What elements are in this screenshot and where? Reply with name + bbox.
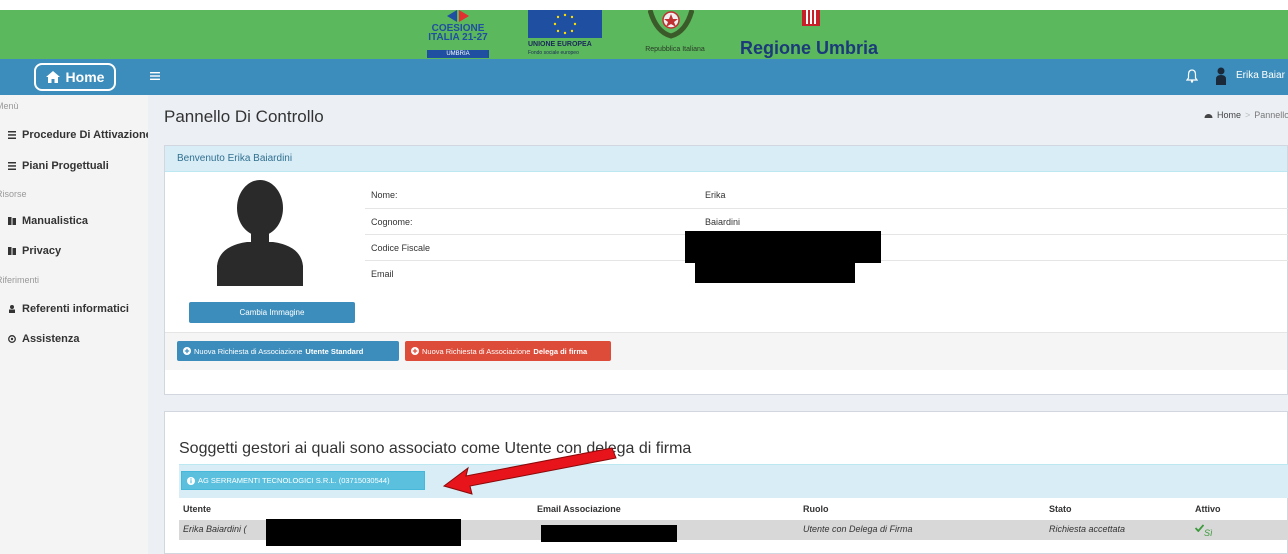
column-ruolo: Ruolo <box>803 504 829 514</box>
company-button[interactable]: AG SERRAMENTI TECNOLOGICI S.R.L. (037150… <box>181 471 425 490</box>
top-strip <box>0 0 1288 10</box>
eu-flag-icon <box>528 10 602 38</box>
field-row-nome: Nome: Erika <box>365 182 1288 208</box>
main-content: Pannello Di Controllo Home > Pannello di… <box>148 95 1288 554</box>
user-avatar-icon[interactable] <box>1216 67 1226 85</box>
cell-utente: Erika Baiardini ( <box>183 524 247 534</box>
field-value-cognome: Baiardini <box>705 217 741 227</box>
repubblica-emblem-icon <box>648 10 694 39</box>
field-label-email: Email <box>371 269 394 279</box>
change-image-button[interactable]: Cambia Immagine <box>189 302 355 323</box>
check-icon <box>1194 524 1205 533</box>
cell-stato: Richiesta accettata <box>1049 524 1126 534</box>
list-icon <box>8 162 16 170</box>
book-icon <box>8 217 16 225</box>
header-banner: COESIONE ITALIA 21-27 UMBRIA UNIONE EURO… <box>0 10 1288 59</box>
repubblica-label: Repubblica Italiana <box>645 46 705 53</box>
eu-line1: UNIONE EUROPEA <box>528 41 592 48</box>
annotation-arrow-icon <box>442 447 617 495</box>
sidebar-item-piani[interactable]: Piani Progettuali <box>8 160 109 172</box>
redaction-email-associazione <box>541 525 677 542</box>
sidebar-header-riferimenti: Riferimenti <box>0 275 40 285</box>
field-value-nome: Erika <box>705 190 726 200</box>
sidebar-item-label: Privacy <box>22 245 62 257</box>
eu-line2: Fondo sociale europeo <box>528 50 579 56</box>
sidebar-header-menu: Menù <box>0 101 19 111</box>
page-title: Pannello Di Controllo <box>164 107 324 126</box>
profile-card-header: Benvenuto Erika Baiardini <box>165 146 1287 172</box>
coesione-mark-icon <box>447 10 469 22</box>
sidebar: Menù Procedure Di Attivazione Piani Prog… <box>0 95 152 554</box>
coesione-line2: ITALIA 21-27 <box>428 32 488 43</box>
column-utente: Utente <box>183 504 212 514</box>
home-icon <box>45 71 60 83</box>
sidebar-item-procedure[interactable]: Procedure Di Attivazione <box>8 129 152 141</box>
sidebar-header-risorse: Risorse <box>0 189 27 199</box>
profile-card: Benvenuto Erika Baiardini Cambia Immagin… <box>164 145 1288 395</box>
list-icon <box>8 131 16 139</box>
column-stato: Stato <box>1049 504 1072 514</box>
redaction-utente <box>266 519 461 546</box>
sidebar-item-manualistica[interactable]: Manualistica <box>8 215 88 227</box>
top-navbar: Home Erika Baiar <box>0 59 1288 95</box>
table-header: Utente Email Associazione Ruolo Stato At… <box>179 500 1288 518</box>
bell-icon[interactable] <box>1186 69 1198 83</box>
company-label: AG SERRAMENTI TECNOLOGICI S.R.L. (037150… <box>198 476 390 485</box>
info-circle-icon <box>187 476 195 485</box>
user-name[interactable]: Erika Baiar <box>1236 70 1285 81</box>
breadcrumb-home[interactable]: Home <box>1217 110 1241 120</box>
menu-toggle-icon[interactable] <box>150 70 160 82</box>
home-button[interactable]: Home <box>34 63 116 91</box>
sidebar-item-label: Referenti informatici <box>22 303 129 315</box>
breadcrumb: Home > Pannello di Contr <box>1204 110 1288 120</box>
eu-label: UNIONE EUROPEA Fondo sociale europeo <box>528 41 618 57</box>
user-icon <box>9 305 15 313</box>
delega-button-prefix: Nuova Richiesta di Associazione <box>422 346 531 356</box>
book-icon <box>8 247 16 255</box>
coesione-sub: UMBRIA <box>427 50 489 58</box>
sidebar-item-assistenza[interactable]: Assistenza <box>8 333 79 345</box>
breadcrumb-separator: > <box>1245 110 1251 120</box>
delega-button-bold: Delega di firma <box>533 346 588 356</box>
standard-button-bold: Utente Standard <box>305 346 364 356</box>
regione-emblem-icon <box>802 10 820 26</box>
standard-button-prefix: Nuova Richiesta di Associazione <box>194 346 303 356</box>
field-label-cognome: Cognome: <box>371 217 413 227</box>
redaction-codice-fiscale <box>685 231 881 263</box>
coesione-text: COESIONE ITALIA 21-27 <box>423 24 493 43</box>
breadcrumb-current: Pannello di Contr <box>1254 110 1288 120</box>
cell-ruolo: Utente con Delega di Firma <box>803 524 913 534</box>
company-panel-header: AG SERRAMENTI TECNOLOGICI S.R.L. (037150… <box>179 464 1288 498</box>
coesione-logo: COESIONE ITALIA 21-27 UMBRIA <box>423 10 493 59</box>
profile-avatar-icon <box>217 180 303 286</box>
field-label-codice-fiscale: Codice Fiscale <box>371 243 431 253</box>
sidebar-item-label: Procedure Di Attivazione <box>22 129 152 141</box>
sidebar-item-label: Assistenza <box>22 333 80 345</box>
home-label: Home <box>65 69 105 85</box>
sidebar-item-label: Manualistica <box>22 215 89 227</box>
column-email: Email Associazione <box>537 504 621 514</box>
dashboard-icon <box>1204 114 1213 118</box>
field-label-nome: Nome: <box>371 190 398 200</box>
plus-circle-icon <box>411 347 419 355</box>
new-delega-association-button[interactable]: Nuova Richiesta di Associazione Delega d… <box>405 341 611 361</box>
attivo-value: Sì <box>1204 528 1213 538</box>
profile-card-footer: Nuova Richiesta di Associazione Utente S… <box>165 332 1287 370</box>
lifebuoy-icon <box>8 335 16 343</box>
new-standard-association-button[interactable]: Nuova Richiesta di Associazione Utente S… <box>177 341 399 361</box>
sidebar-item-referenti[interactable]: Referenti informatici <box>8 303 129 315</box>
sidebar-item-privacy[interactable]: Privacy <box>8 245 61 257</box>
redaction-email <box>695 263 855 283</box>
regione-title: Regione Umbria <box>740 38 879 58</box>
sidebar-item-label: Piani Progettuali <box>22 160 109 172</box>
plus-circle-icon <box>183 347 191 355</box>
column-attivo: Attivo <box>1195 504 1221 514</box>
welcome-title: Benvenuto Erika Baiardini <box>177 153 293 164</box>
cell-attivo: Sì <box>1194 524 1213 538</box>
